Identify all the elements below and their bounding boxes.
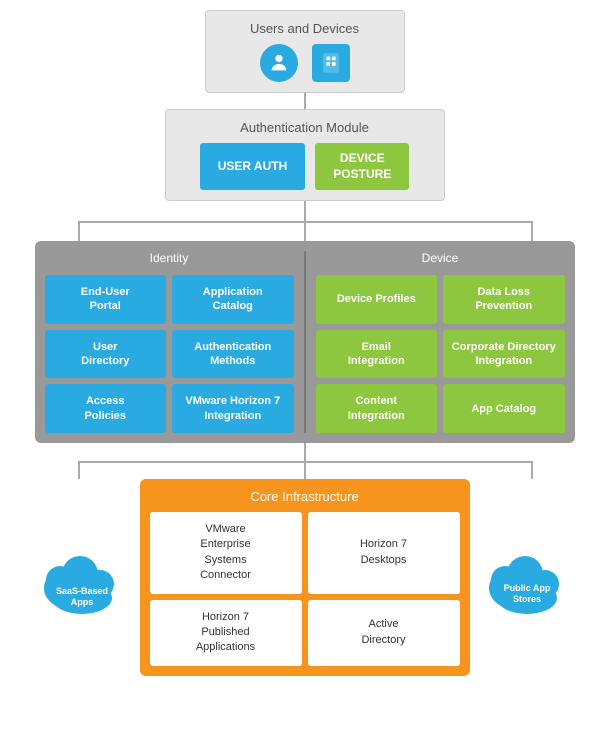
corporate-directory-cell: Corporate DirectoryIntegration	[443, 330, 565, 379]
svg-text:SaaS-Based: SaaS-Based	[56, 586, 108, 596]
public-app-cloud-box: Public App Stores	[480, 538, 575, 616]
horizon7-published-cell: Horizon 7PublishedApplications	[150, 600, 302, 666]
public-app-cloud-icon: Public App Stores	[487, 546, 567, 616]
users-devices-label: Users and Devices	[226, 21, 384, 36]
device-label: Device	[316, 251, 565, 265]
end-user-portal-cell: End-UserPortal	[45, 275, 167, 324]
user-directory-cell: UserDirectory	[45, 330, 167, 379]
identity-grid: End-UserPortal ApplicationCatalog UserDi…	[45, 275, 294, 433]
identity-section: Identity End-UserPortal ApplicationCatal…	[45, 251, 294, 433]
auth-module-box: Authentication Module USER AUTH DEVICEPO…	[165, 109, 445, 201]
device-section: Device Device Profiles Data LossPreventi…	[316, 251, 565, 433]
email-integration-cell: EmailIntegration	[316, 330, 438, 379]
svg-text:Stores: Stores	[513, 594, 541, 604]
horizon7-desktops-cell: Horizon 7Desktops	[308, 512, 460, 594]
main-sections-box: Identity End-UserPortal ApplicationCatal…	[35, 241, 575, 443]
public-app-cloud-wrapper: Public App Stores	[487, 538, 567, 616]
section-divider	[304, 251, 306, 433]
device-profiles-cell: Device Profiles	[316, 275, 438, 324]
saas-cloud-icon: SaaS-Based Apps	[42, 546, 122, 616]
auth-buttons-row: USER AUTH DEVICEPOSTURE	[182, 143, 428, 190]
users-devices-box: Users and Devices	[205, 10, 405, 93]
active-directory-cell: ActiveDirectory	[308, 600, 460, 666]
identity-label: Identity	[45, 251, 294, 265]
core-grid: VMwareEnterpriseSystemsConnector Horizon…	[150, 512, 460, 666]
data-loss-prevention-cell: Data LossPrevention	[443, 275, 565, 324]
bottom-spread-connector	[35, 443, 575, 479]
connector-v1	[304, 93, 306, 109]
vmware-horizon-7-cell: VMware Horizon 7Integration	[172, 384, 294, 433]
auth-module-label: Authentication Module	[182, 120, 428, 135]
content-integration-cell: ContentIntegration	[316, 384, 438, 433]
access-policies-cell: AccessPolicies	[45, 384, 167, 433]
person-icon	[260, 44, 298, 82]
device-posture-button[interactable]: DEVICEPOSTURE	[315, 143, 409, 190]
svg-text:Public App: Public App	[504, 583, 551, 593]
core-infra-label: Core Infrastructure	[150, 489, 460, 504]
app-catalog-cell: App Catalog	[443, 384, 565, 433]
saas-cloud-box: SaaS-Based Apps	[35, 538, 130, 616]
spread-connector	[35, 201, 575, 241]
device-icon	[312, 44, 350, 82]
vmware-enterprise-cell: VMwareEnterpriseSystemsConnector	[150, 512, 302, 594]
saas-cloud-wrapper: SaaS-Based Apps	[42, 538, 122, 616]
application-catalog-cell: ApplicationCatalog	[172, 275, 294, 324]
device-grid: Device Profiles Data LossPrevention Emai…	[316, 275, 565, 433]
user-auth-button[interactable]: USER AUTH	[200, 143, 306, 190]
icons-row	[226, 44, 384, 82]
bottom-content-row: SaaS-Based Apps Core Infrastructure VMwa…	[35, 479, 575, 676]
core-infra-box: Core Infrastructure VMwareEnterpriseSyst…	[140, 479, 470, 676]
authentication-methods-cell: AuthenticationMethods	[172, 330, 294, 379]
svg-text:Apps: Apps	[71, 597, 94, 607]
